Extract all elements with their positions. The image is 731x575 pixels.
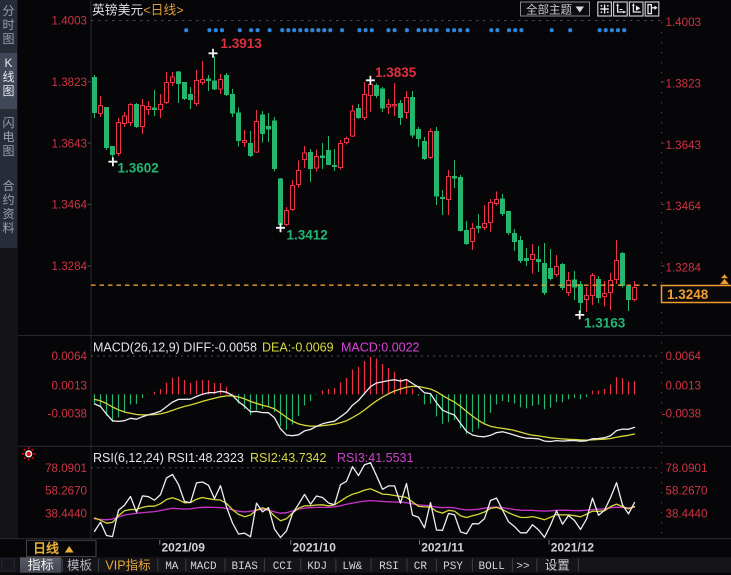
svg-text:资: 资 xyxy=(2,207,14,221)
svg-text:MACD: MACD xyxy=(190,561,217,573)
svg-text:设置: 设置 xyxy=(545,557,570,572)
svg-text:78.0901: 78.0901 xyxy=(666,462,708,475)
svg-text:-0.0038: -0.0038 xyxy=(662,408,701,421)
svg-text:2021/12: 2021/12 xyxy=(551,541,595,555)
svg-text:1.3835: 1.3835 xyxy=(375,65,417,80)
svg-text:MACD(26,12,9) DIFF:-0.0058: MACD(26,12,9) DIFF:-0.0058 xyxy=(93,341,257,355)
svg-text:0.0013: 0.0013 xyxy=(52,380,87,393)
svg-text:MACD:0.0022: MACD:0.0022 xyxy=(341,341,420,355)
svg-text:2021/11: 2021/11 xyxy=(421,541,464,555)
svg-text:PSY: PSY xyxy=(443,561,463,573)
svg-text:1.3464: 1.3464 xyxy=(666,200,702,213)
svg-text:模板: 模板 xyxy=(67,558,93,572)
svg-text:1.3913: 1.3913 xyxy=(221,36,263,51)
svg-text:1.3248: 1.3248 xyxy=(667,287,709,302)
svg-text:1.3602: 1.3602 xyxy=(118,161,159,176)
svg-text:1.3163: 1.3163 xyxy=(584,316,626,331)
svg-text:料: 料 xyxy=(2,221,14,235)
svg-text:1.4003: 1.4003 xyxy=(52,15,87,28)
svg-text:1.3284: 1.3284 xyxy=(52,260,88,273)
svg-text:图: 图 xyxy=(2,84,14,98)
svg-text:DEA:-0.0069: DEA:-0.0069 xyxy=(262,341,334,355)
svg-text:0.0013: 0.0013 xyxy=(666,380,701,393)
svg-text:1.3823: 1.3823 xyxy=(666,78,701,91)
svg-text:CR: CR xyxy=(414,561,428,573)
svg-text:58.2670: 58.2670 xyxy=(666,485,708,498)
svg-text:VIP指标: VIP指标 xyxy=(105,557,150,572)
svg-text:1.3412: 1.3412 xyxy=(287,228,328,243)
svg-text:英镑美元<日线>: 英镑美元<日线> xyxy=(92,3,184,18)
svg-text:1.3464: 1.3464 xyxy=(52,199,88,212)
svg-text:CCI: CCI xyxy=(273,561,293,573)
svg-text:0.0064: 0.0064 xyxy=(666,350,702,363)
svg-text:2021/10: 2021/10 xyxy=(293,541,337,555)
svg-text:约: 约 xyxy=(2,192,14,207)
svg-text:78.0901: 78.0901 xyxy=(45,462,87,475)
svg-text:1.4003: 1.4003 xyxy=(666,16,701,29)
svg-text:闪: 闪 xyxy=(2,116,14,130)
svg-text:线: 线 xyxy=(2,70,14,84)
svg-text:RSI3:41.5531: RSI3:41.5531 xyxy=(337,451,413,465)
svg-text:图: 图 xyxy=(2,144,14,158)
svg-text:全部主题: 全部主题 xyxy=(526,2,572,16)
svg-text:0.0064: 0.0064 xyxy=(52,350,88,363)
svg-text:>>: >> xyxy=(516,561,529,573)
svg-text:RSI: RSI xyxy=(379,561,399,573)
svg-text:1.3643: 1.3643 xyxy=(52,137,87,150)
svg-text:38.4440: 38.4440 xyxy=(666,508,708,521)
svg-text:58.2670: 58.2670 xyxy=(45,485,87,498)
svg-text:指标: 指标 xyxy=(28,558,54,573)
svg-text:日线: 日线 xyxy=(33,541,59,556)
svg-text:BIAS: BIAS xyxy=(231,561,258,573)
svg-text:-0.0038: -0.0038 xyxy=(48,408,87,421)
svg-text:1.3284: 1.3284 xyxy=(666,262,702,275)
svg-text:合: 合 xyxy=(2,178,14,193)
svg-text:分: 分 xyxy=(2,4,14,18)
svg-text:RSI(6,12,24) RSI1:48.2323: RSI(6,12,24) RSI1:48.2323 xyxy=(93,451,244,465)
svg-text:图: 图 xyxy=(2,32,14,46)
svg-text:LW&: LW& xyxy=(342,561,362,573)
svg-text:时: 时 xyxy=(2,18,14,32)
svg-text:电: 电 xyxy=(2,130,14,144)
svg-text:KDJ: KDJ xyxy=(307,561,327,573)
svg-text:2021/09: 2021/09 xyxy=(162,541,206,555)
svg-text:38.4440: 38.4440 xyxy=(45,508,87,521)
svg-text:1.3823: 1.3823 xyxy=(52,76,87,89)
svg-text:MA: MA xyxy=(165,561,179,573)
svg-text:K: K xyxy=(4,56,12,70)
svg-text:RSI2:43.7342: RSI2:43.7342 xyxy=(250,451,326,465)
svg-text:1.3643: 1.3643 xyxy=(666,139,701,152)
svg-text:BOLL: BOLL xyxy=(478,561,504,573)
